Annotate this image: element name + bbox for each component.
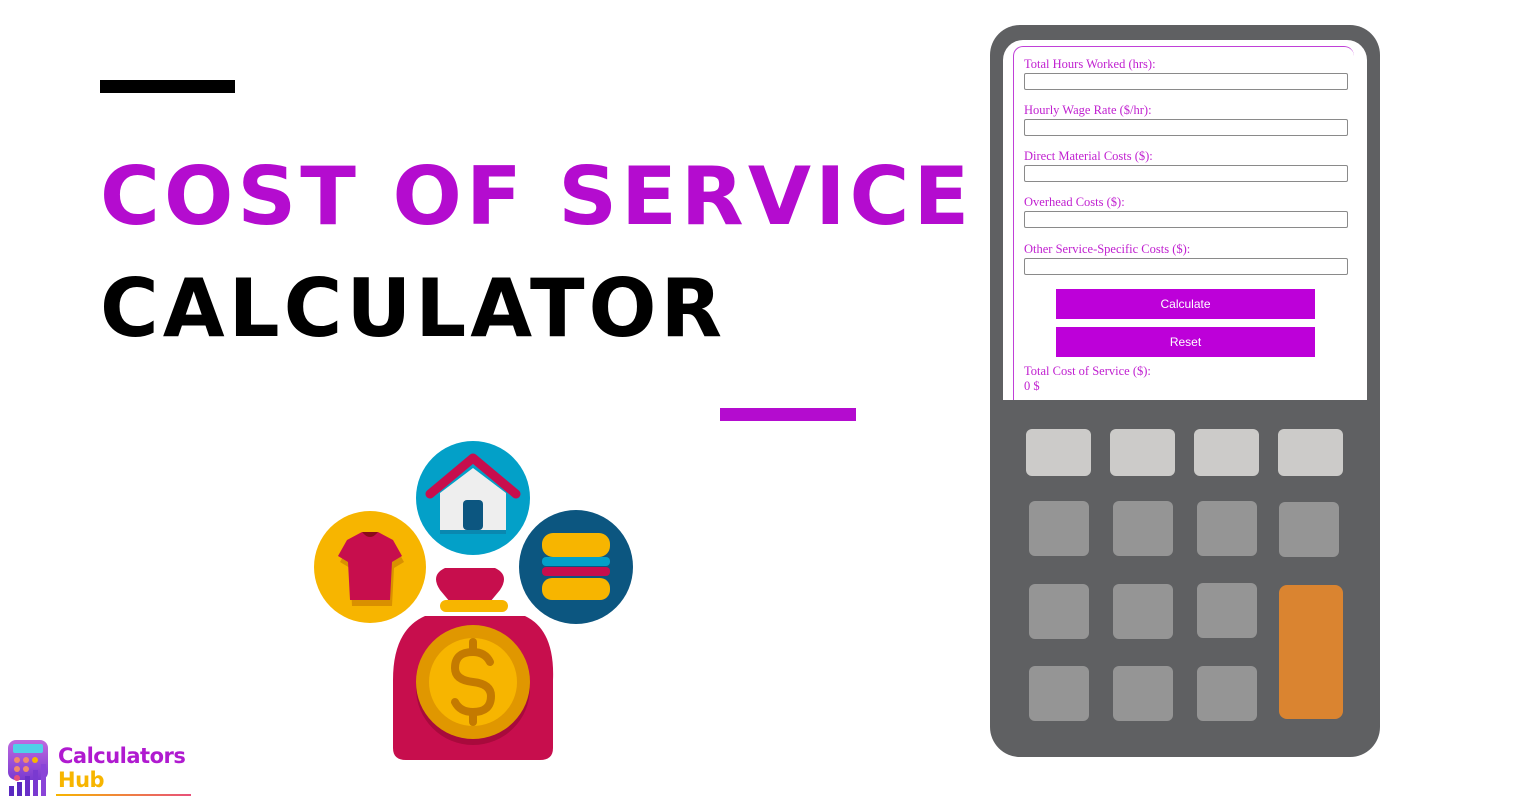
calculator-logo-icon	[8, 740, 48, 796]
total-hours-label: Total Hours Worked (hrs):	[1024, 57, 1156, 71]
cost-illustration	[300, 430, 650, 770]
calc-key	[1113, 501, 1173, 556]
calculate-button[interactable]: Calculate	[1056, 289, 1315, 319]
calculator-screen: Total Hours Worked (hrs): Hourly Wage Ra…	[1003, 40, 1367, 400]
total-hours-input[interactable]	[1024, 73, 1348, 90]
overhead-label: Overhead Costs ($):	[1024, 195, 1125, 209]
calc-key	[1279, 502, 1339, 557]
dollar-coin-icon	[416, 625, 530, 745]
other-costs-label: Other Service-Specific Costs ($):	[1024, 242, 1191, 256]
calc-key	[1278, 429, 1343, 476]
overhead-input[interactable]	[1024, 211, 1348, 228]
page-title-line-2: CALCULATOR	[100, 262, 727, 355]
calc-key	[1110, 429, 1175, 476]
calc-key	[1197, 501, 1257, 556]
cost-of-service-form: Total Hours Worked (hrs): Hourly Wage Ra…	[1013, 46, 1354, 400]
field-other-costs: Other Service-Specific Costs ($):	[1024, 242, 1348, 275]
other-costs-input[interactable]	[1024, 258, 1348, 275]
direct-material-input[interactable]	[1024, 165, 1348, 182]
calc-key	[1197, 666, 1257, 721]
calc-key	[1197, 583, 1257, 638]
calc-key	[1029, 584, 1089, 639]
tshirt-icon	[314, 511, 426, 623]
logo-underline	[56, 794, 191, 796]
result-value: 0 $	[1024, 379, 1040, 393]
logo-text-hub: Hub	[58, 768, 105, 792]
calc-key	[1113, 666, 1173, 721]
hourly-wage-input[interactable]	[1024, 119, 1348, 136]
calc-key-equals	[1279, 585, 1343, 719]
decorative-bar-top	[100, 80, 235, 93]
logo-text-calculators: Calculators	[58, 744, 186, 768]
burger-icon	[519, 510, 633, 624]
calc-key	[1113, 584, 1173, 639]
field-hourly-wage: Hourly Wage Rate ($/hr):	[1024, 103, 1348, 136]
hourly-wage-label: Hourly Wage Rate ($/hr):	[1024, 103, 1152, 117]
field-direct-material: Direct Material Costs ($):	[1024, 149, 1348, 182]
calc-key	[1026, 429, 1091, 476]
page-title-line-1: COST OF SERVICE	[100, 150, 974, 243]
result-label: Total Cost of Service ($):	[1024, 364, 1151, 378]
field-total-hours: Total Hours Worked (hrs):	[1024, 57, 1348, 90]
direct-material-label: Direct Material Costs ($):	[1024, 149, 1153, 163]
calculator-device: Total Hours Worked (hrs): Hourly Wage Ra…	[990, 25, 1380, 757]
calc-key	[1194, 429, 1259, 476]
calc-key	[1029, 501, 1089, 556]
reset-button[interactable]: Reset	[1056, 327, 1315, 357]
calc-key	[1029, 666, 1089, 721]
calculators-hub-logo[interactable]: Calculators Hub	[6, 738, 196, 798]
house-icon	[416, 441, 530, 555]
decorative-bar-bottom	[720, 408, 856, 421]
field-overhead: Overhead Costs ($):	[1024, 195, 1348, 228]
